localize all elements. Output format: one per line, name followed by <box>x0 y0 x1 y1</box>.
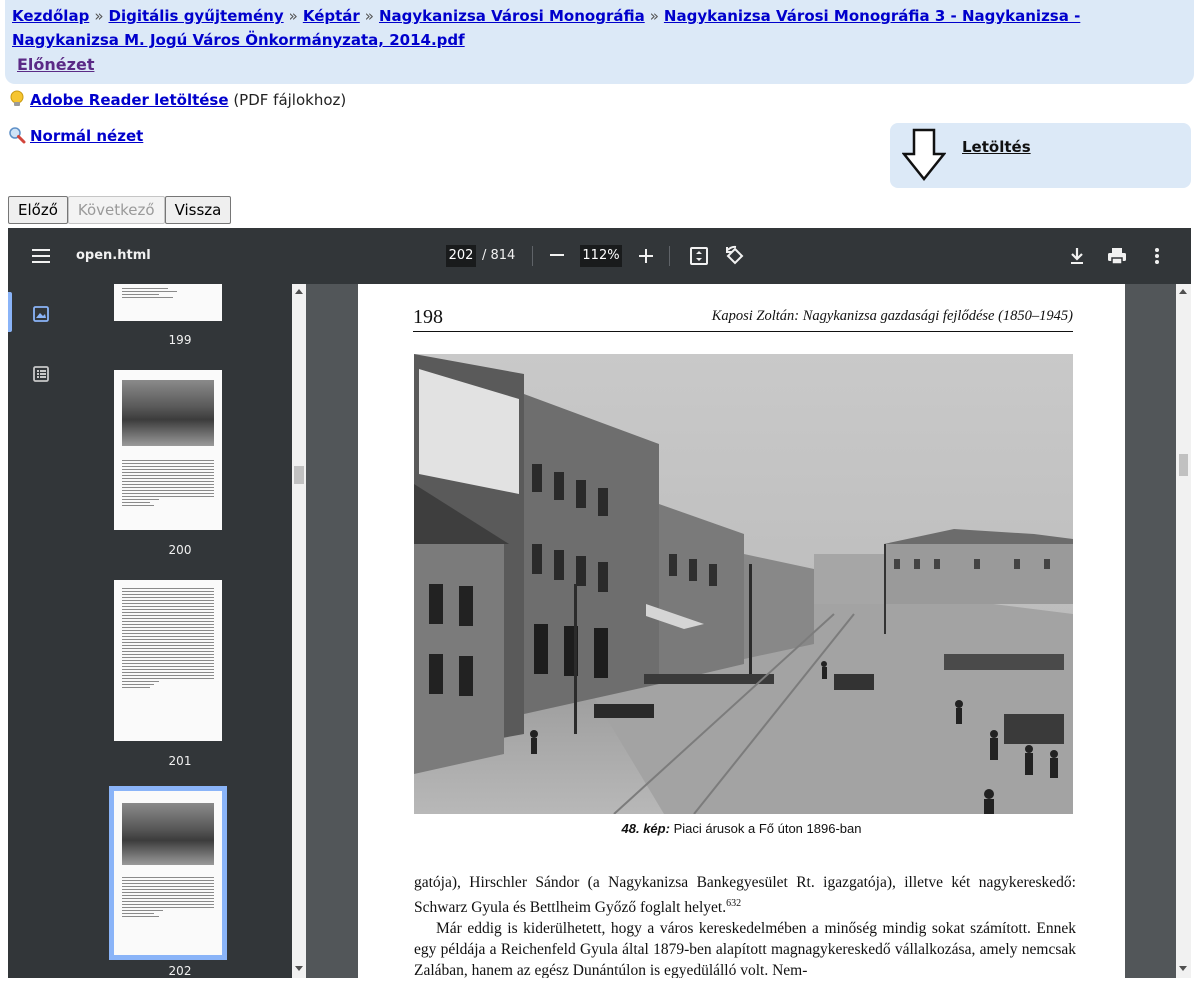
pdf-body-text: gatója), Hirschler Sándor (a Nagykanizsa… <box>414 872 1076 978</box>
thumbnail-page[interactable] <box>114 284 222 321</box>
download-box: Letöltés <box>890 123 1191 188</box>
magnifier-icon <box>8 126 26 144</box>
page-number-input[interactable]: 202 <box>446 245 476 267</box>
viewer-toolbar: open.html 202 / 814 112% <box>8 228 1191 284</box>
thumbnail-number: 202 <box>168 964 192 978</box>
breadcrumb-link-monograph[interactable]: Nagykanizsa Városi Monográfia <box>379 7 645 25</box>
thumbnail-text <box>122 288 214 300</box>
thumbnail-photo <box>122 803 214 865</box>
main-scrollbar[interactable] <box>1176 284 1191 978</box>
download-link[interactable]: Letöltés <box>962 138 1031 156</box>
zoom-in-icon[interactable] <box>639 248 653 263</box>
lightbulb-icon <box>8 90 26 108</box>
back-button[interactable]: Vissza <box>164 196 232 224</box>
pdf-photograph <box>414 354 1073 814</box>
fit-page-icon[interactable] <box>688 245 710 267</box>
sidebar-active-indicator <box>8 292 12 332</box>
pdf-figure-caption: 48. kép: Piaci árusok a Fő úton 1896-ban <box>358 821 1125 836</box>
menu-icon[interactable] <box>32 248 50 263</box>
thumbnail-number: 200 <box>168 543 192 557</box>
breadcrumb-link-collection[interactable]: Digitális gyűjtemény <box>109 7 284 25</box>
paragraph-text: gatója), Hirschler Sándor (a Nagykanizsa… <box>414 874 1076 917</box>
normal-view-row: Normál nézet <box>8 126 143 145</box>
download-icon[interactable] <box>1066 245 1088 267</box>
sidebar-tabs <box>8 284 68 978</box>
pdf-page-number: 198 <box>413 306 443 328</box>
adobe-reader-link[interactable]: Adobe Reader letöltése <box>30 91 229 109</box>
sidebar-scroll-thumb[interactable] <box>294 466 304 484</box>
sidebar-scrollbar[interactable] <box>292 284 306 978</box>
adobe-reader-note: (PDF fájlokhoz) <box>233 91 347 109</box>
main-scroll-thumb[interactable] <box>1179 454 1188 476</box>
viewer-filename: open.html <box>76 248 151 263</box>
page-navigation: Előző Következő Vissza <box>8 196 232 224</box>
breadcrumb-separator: » <box>649 7 659 25</box>
more-options-icon[interactable] <box>1146 245 1168 267</box>
pdf-page: 198 Kaposi Zoltán: Nagykanizsa gazdasági… <box>358 284 1125 978</box>
prev-button[interactable]: Előző <box>8 196 68 224</box>
thumbnail-page[interactable] <box>114 370 222 530</box>
zoom-out-icon[interactable] <box>550 254 564 256</box>
breadcrumb-separator: » <box>94 7 104 25</box>
thumbnail-list: 199 200 201 202 <box>68 284 292 978</box>
thumbnail-number: 201 <box>168 754 192 768</box>
preview-link[interactable]: Előnézet <box>17 55 94 74</box>
thumbnail-sidebar: 199 200 201 202 <box>8 284 306 978</box>
thumbnails-icon[interactable] <box>32 305 50 323</box>
thumbnail-page-selected[interactable] <box>109 786 227 960</box>
toolbar-divider <box>669 246 670 266</box>
rotate-icon[interactable] <box>724 245 746 267</box>
zoom-input[interactable]: 112% <box>580 245 622 267</box>
adobe-reader-row: Adobe Reader letöltése (PDF fájlokhoz) <box>8 90 346 109</box>
breadcrumb-separator: » <box>364 7 374 25</box>
pdf-viewer: open.html 202 / 814 112% 199 200 201 202… <box>8 228 1191 978</box>
scroll-down-arrow-icon[interactable] <box>1179 966 1187 971</box>
next-button: Következő <box>67 196 165 224</box>
download-arrow-icon[interactable] <box>901 128 947 186</box>
breadcrumb-link-gallery[interactable]: Képtár <box>303 7 360 25</box>
thumbnail-text <box>122 877 214 919</box>
breadcrumb-separator: » <box>288 7 298 25</box>
thumbnail-photo <box>122 380 214 446</box>
normal-view-link[interactable]: Normál nézet <box>30 127 143 145</box>
footnote-marker: 632 <box>726 898 742 909</box>
thumbnail-page[interactable] <box>114 580 222 741</box>
scroll-down-arrow-icon[interactable] <box>295 966 303 971</box>
outline-icon[interactable] <box>32 365 50 383</box>
scroll-up-arrow-icon[interactable] <box>295 289 303 294</box>
print-icon[interactable] <box>1106 245 1128 267</box>
thumbnail-text <box>122 588 214 690</box>
pdf-paragraph: gatója), Hirschler Sándor (a Nagykanizsa… <box>414 872 1076 918</box>
scroll-up-arrow-icon[interactable] <box>1179 289 1187 294</box>
breadcrumb: Kezdőlap» Digitális gyűjtemény» Képtár» Nag… <box>12 4 1187 52</box>
pdf-header-rule <box>413 331 1073 332</box>
caption-label: 48. kép: <box>621 821 670 836</box>
pdf-running-head: Kaposi Zoltán: Nagykanizsa gazdasági fej… <box>711 308 1073 324</box>
thumbnail-text <box>122 460 214 508</box>
toolbar-divider <box>532 246 533 266</box>
page-total: / 814 <box>482 248 516 263</box>
pdf-paragraph: Már eddig is kiderülhetett, hogy a város… <box>414 920 1076 978</box>
caption-text: Piaci árusok a Fő úton 1896-ban <box>673 821 862 836</box>
thumbnail-number: 199 <box>168 333 192 347</box>
breadcrumb-link-home[interactable]: Kezdőlap <box>12 7 89 25</box>
breadcrumb-bar: Kezdőlap» Digitális gyűjtemény» Képtár» Nag… <box>5 0 1194 84</box>
